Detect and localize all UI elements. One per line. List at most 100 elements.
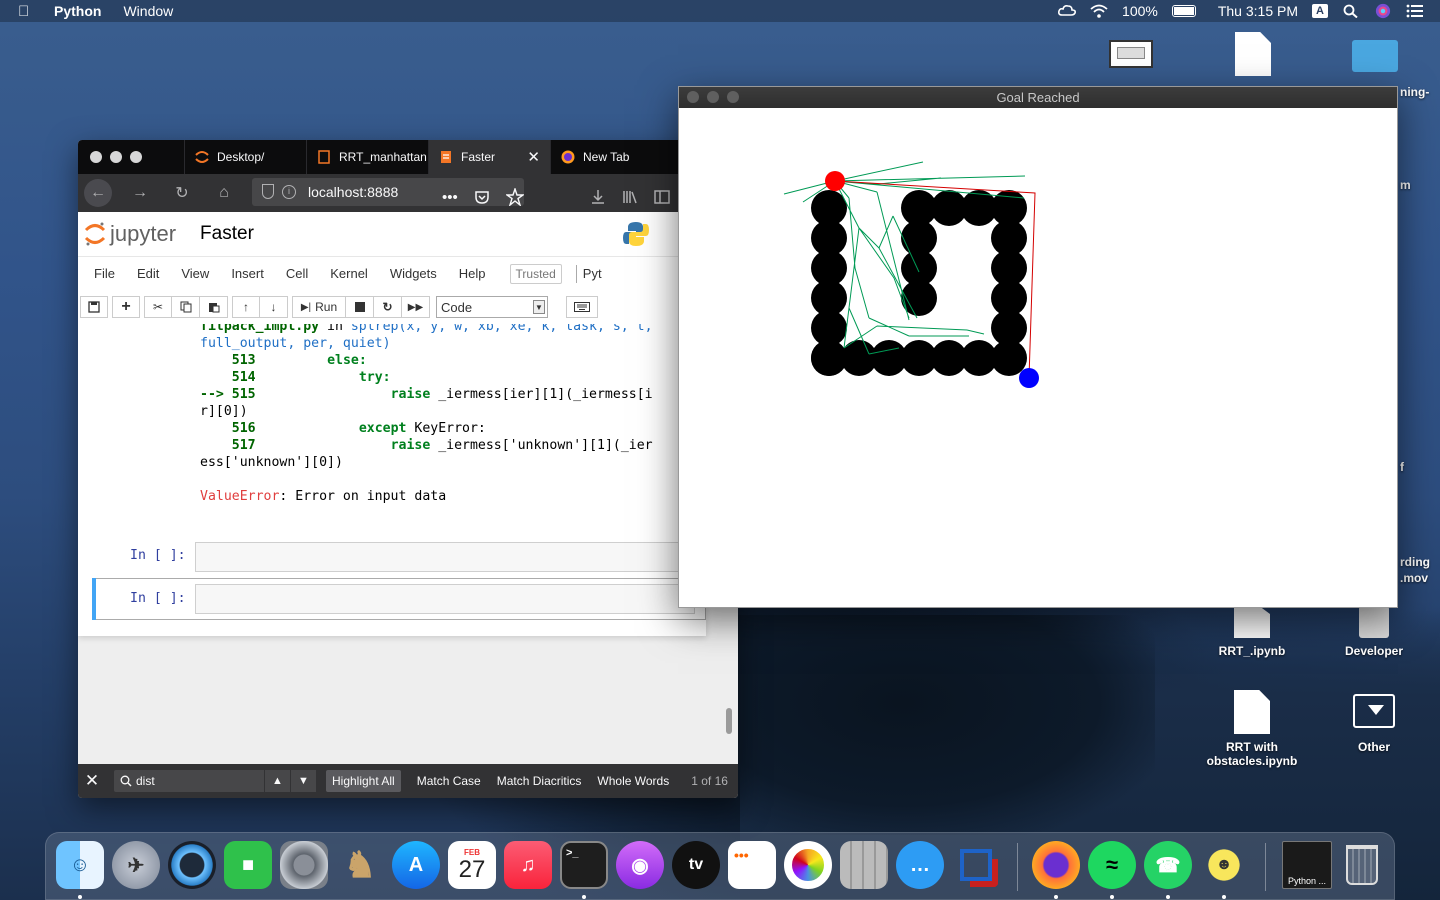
code-cell-input[interactable] — [195, 542, 695, 572]
trusted-badge[interactable]: Trusted — [509, 263, 562, 284]
back-button[interactable]: ← — [84, 179, 112, 207]
interrupt-kernel-button[interactable] — [346, 296, 374, 318]
tv-icon[interactable]: tv — [672, 841, 720, 889]
siri-icon[interactable] — [1374, 3, 1392, 19]
clock[interactable]: Thu 3:15 PM — [1218, 3, 1298, 19]
battery-icon[interactable] — [1171, 5, 1196, 17]
apple-menu-icon[interactable]:  — [18, 3, 38, 20]
kernel-indicator[interactable]: Pyt — [575, 264, 602, 283]
pocket-icon[interactable] — [474, 189, 490, 205]
downloads-icon[interactable] — [590, 189, 606, 205]
tab-faster[interactable]: Faster ✕ — [428, 140, 550, 174]
desktop-blank-document-icon[interactable] — [1235, 32, 1271, 76]
wifi-icon[interactable] — [1090, 4, 1108, 18]
insert-cell-button[interactable]: + — [112, 296, 140, 318]
creative-cloud-icon[interactable] — [1058, 4, 1077, 18]
desktop-icon-rrt-ipynb[interactable]: RRT_.ipynb — [1197, 606, 1307, 658]
close-window-button[interactable] — [90, 151, 102, 163]
close-window-button[interactable] — [687, 91, 699, 103]
desktop-icon-rrt-with-obstacles[interactable]: RRT with obstacles.ipynb — [1197, 690, 1307, 768]
firefox-icon[interactable] — [1032, 841, 1080, 889]
virtualbox-icon[interactable] — [952, 841, 1000, 889]
photos-icon[interactable] — [784, 841, 832, 889]
move-down-button[interactable]: ↓ — [260, 296, 288, 318]
highlight-all-toggle[interactable]: Highlight All — [326, 770, 401, 792]
notification-center-icon[interactable] — [1406, 4, 1424, 18]
menu-file[interactable]: File — [94, 266, 115, 281]
zoom-window-button[interactable] — [130, 151, 142, 163]
command-palette-button[interactable] — [566, 296, 598, 318]
desktop-screenshot-file-icon[interactable] — [1109, 40, 1153, 68]
whole-words-toggle[interactable]: Whole Words — [597, 774, 669, 788]
site-info-icon[interactable]: i — [282, 185, 296, 199]
jupyter-logo[interactable]: jupyter — [84, 221, 176, 247]
find-previous-button[interactable]: ▲ — [264, 770, 290, 792]
minimize-window-button[interactable] — [110, 151, 122, 163]
sidebar-icon[interactable] — [654, 189, 670, 205]
whatsapp-icon[interactable]: ☎ — [1144, 841, 1192, 889]
library-icon[interactable] — [622, 189, 638, 205]
facetime-icon[interactable]: ■ — [224, 841, 272, 889]
scrollbar-thumb[interactable] — [726, 708, 732, 734]
input-source-icon[interactable]: A — [1312, 4, 1328, 18]
system-preferences-icon[interactable] — [280, 841, 328, 889]
chess-icon[interactable]: ♞ — [336, 841, 384, 889]
restart-run-all-button[interactable]: ▶▶ — [402, 296, 430, 318]
notebook-title[interactable]: Faster — [200, 223, 254, 245]
calculator-icon[interactable] — [840, 841, 888, 889]
paste-button[interactable] — [200, 296, 228, 318]
match-diacritics-toggle[interactable]: Match Diacritics — [497, 774, 582, 788]
spotlight-search-icon[interactable] — [1342, 4, 1360, 18]
desktop-folder-icon[interactable] — [1352, 40, 1398, 72]
app-store-icon[interactable]: A — [392, 841, 440, 889]
desktop-icon-other[interactable]: Other — [1319, 694, 1429, 754]
reminders-icon[interactable]: ••• — [728, 841, 776, 889]
podcasts-icon[interactable]: ◉ — [616, 841, 664, 889]
move-up-button[interactable]: ↑ — [232, 296, 260, 318]
bookmark-star-icon[interactable] — [505, 188, 524, 206]
find-next-button[interactable]: ▼ — [290, 770, 316, 792]
minimize-window-button[interactable] — [707, 91, 719, 103]
trash-icon[interactable] — [1338, 841, 1386, 889]
code-cell-input[interactable] — [195, 584, 695, 614]
menu-help[interactable]: Help — [459, 266, 486, 281]
messages-icon[interactable]: … — [896, 841, 944, 889]
tracking-protection-icon[interactable] — [262, 184, 274, 199]
match-case-toggle[interactable]: Match Case — [417, 774, 481, 788]
page-actions-icon[interactable]: ••• — [442, 189, 458, 206]
url-text[interactable]: localhost:8888 — [308, 184, 398, 200]
desktop-icon-developer[interactable]: Developer — [1319, 606, 1429, 658]
menu-view[interactable]: View — [181, 266, 209, 281]
find-input[interactable]: dist — [114, 770, 264, 792]
restart-kernel-button[interactable]: ↻ — [374, 296, 402, 318]
spotify-icon[interactable]: ≈ — [1088, 841, 1136, 889]
cell-type-select[interactable]: Code ▼ — [436, 296, 548, 318]
close-find-bar-icon[interactable]: ✕ — [78, 771, 106, 791]
launchpad-icon[interactable]: ✈ — [112, 841, 160, 889]
menu-cell[interactable]: Cell — [286, 266, 308, 281]
tab-rrt-manhattan[interactable]: RRT_manhattan — [306, 140, 428, 174]
menu-widgets[interactable]: Widgets — [390, 266, 437, 281]
terminal-icon[interactable]: >_ — [560, 841, 608, 889]
app-menu[interactable]: Python — [54, 3, 101, 19]
pygame-python-icon[interactable]: ☻ — [1200, 841, 1248, 889]
copy-button[interactable] — [172, 296, 200, 318]
menu-kernel[interactable]: Kernel — [330, 266, 368, 281]
zoom-window-button[interactable] — [727, 91, 739, 103]
finder-icon[interactable]: ☺ — [56, 841, 104, 889]
music-icon[interactable]: ♫ — [504, 841, 552, 889]
window-menu[interactable]: Window — [123, 3, 173, 19]
reload-button[interactable]: ↻ — [168, 179, 196, 207]
run-button[interactable]: ▶| Run — [292, 296, 346, 318]
tab-new-tab[interactable]: New Tab — [550, 140, 672, 174]
save-button[interactable] — [80, 296, 108, 318]
tab-desktop[interactable]: Desktop/ — [184, 140, 306, 174]
forward-button[interactable]: → — [126, 179, 154, 207]
cut-button[interactable]: ✂ — [144, 296, 172, 318]
close-tab-icon[interactable]: ✕ — [527, 148, 540, 166]
menu-insert[interactable]: Insert — [231, 266, 264, 281]
python-window-thumbnail[interactable]: Python ... — [1282, 841, 1332, 889]
quicktime-icon[interactable] — [168, 841, 216, 889]
menu-edit[interactable]: Edit — [137, 266, 159, 281]
calendar-icon[interactable]: FEB 27 — [448, 841, 496, 889]
